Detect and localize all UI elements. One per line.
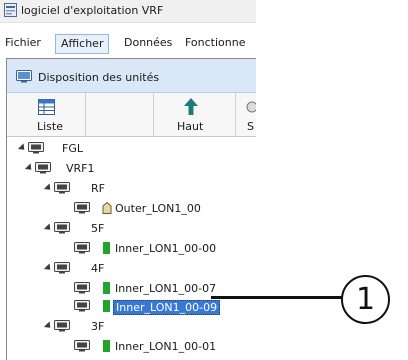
unit-group-icon	[74, 282, 90, 294]
arrow-up-icon	[184, 98, 198, 115]
tree-node-fgl[interactable]: FGL	[7, 139, 256, 159]
tree-node-label: RF	[91, 182, 105, 195]
menu-donnees[interactable]: Données	[119, 33, 177, 53]
tree-node-inner-unit[interactable]: Inner_LON1_00-00	[7, 239, 256, 259]
unit-group-icon	[28, 142, 44, 154]
inner-unit-icon	[103, 282, 110, 294]
tree-node-label: 4F	[91, 262, 105, 275]
tree-node-label: VRF1	[66, 162, 95, 175]
tree-node-5f[interactable]: 5F	[7, 219, 256, 239]
view-toolbar: Liste Haut S	[7, 93, 256, 137]
partial-label: S	[247, 120, 254, 133]
monitor-icon	[16, 70, 32, 83]
partial-toolbar-button[interactable]: S	[236, 93, 256, 136]
toolbar-separator	[85, 93, 86, 136]
callout-marker: 1	[341, 275, 390, 324]
unit-tree[interactable]: FGL VRF1 RF Outer_LON1_00 5F Inner_LON1_…	[7, 137, 256, 360]
menu-fichier[interactable]: Fichier	[0, 33, 46, 53]
unit-group-icon	[74, 340, 90, 352]
tree-node-label: Inner_LON1_00-00	[115, 242, 217, 255]
app-window: logiciel d'exploitation VRF Fichier Affi…	[0, 0, 256, 360]
pane-header: Disposition des unités	[7, 59, 256, 93]
tree-node-inner-unit-selected[interactable]: Inner_LON1_00-09	[7, 297, 256, 317]
tree-node-label: Inner_LON1_00-01	[115, 340, 217, 353]
expand-icon[interactable]	[24, 163, 35, 173]
tree-node-rf[interactable]: RF	[7, 179, 256, 199]
outer-unit-icon	[102, 202, 112, 214]
tree-node-outer-unit[interactable]: Outer_LON1_00	[7, 199, 256, 219]
unit-group-icon	[74, 202, 90, 214]
expand-icon[interactable]	[43, 263, 54, 273]
inner-unit-icon	[103, 340, 110, 352]
tree-node-label: Outer_LON1_00	[115, 202, 201, 215]
haut-button[interactable]: Haut	[154, 93, 234, 136]
unit-group-icon	[74, 300, 90, 312]
expand-icon[interactable]	[43, 321, 54, 331]
tree-node-label: 5F	[91, 222, 105, 235]
tree-node-label: Inner_LON1_00-09	[113, 300, 221, 315]
menu-bar: Fichier Afficher Données Fonctionne	[0, 33, 256, 55]
callout-number: 1	[355, 282, 376, 317]
menu-afficher[interactable]: Afficher	[55, 34, 110, 54]
tree-node-inner-unit[interactable]: Inner_LON1_00-01	[7, 337, 256, 357]
expand-icon[interactable]	[17, 143, 28, 153]
unit-layout-pane: Disposition des unités Liste Haut S FGL …	[6, 58, 256, 360]
menu-fonctionnement[interactable]: Fonctionne	[180, 33, 251, 53]
unit-group-icon	[54, 182, 70, 194]
tree-node-label: 3F	[91, 320, 105, 333]
window-title: logiciel d'exploitation VRF	[21, 4, 164, 17]
tree-node-vrf1[interactable]: VRF1	[7, 159, 256, 179]
unit-group-icon	[74, 242, 90, 254]
tree-node-label: FGL	[62, 142, 83, 155]
list-view-icon	[38, 99, 55, 115]
expand-icon[interactable]	[43, 183, 54, 193]
tree-node-3f[interactable]: 3F	[7, 317, 256, 337]
unit-group-icon	[54, 262, 70, 274]
haut-label: Haut	[177, 120, 204, 133]
unit-group-icon	[54, 222, 70, 234]
expand-icon[interactable]	[43, 223, 54, 233]
tree-node-4f[interactable]: 4F	[7, 259, 256, 279]
inner-unit-icon	[103, 242, 110, 254]
tree-node-label: Inner_LON1_00-07	[115, 282, 217, 295]
liste-label: Liste	[37, 120, 63, 133]
unit-group-icon	[35, 162, 51, 174]
partial-icon	[246, 101, 256, 113]
inner-unit-icon	[103, 300, 110, 312]
callout-leader-line	[211, 296, 342, 299]
liste-button[interactable]: Liste	[7, 93, 85, 136]
app-icon	[4, 3, 17, 17]
title-bar: logiciel d'exploitation VRF	[0, 0, 256, 23]
pane-title: Disposition des unités	[38, 71, 160, 84]
unit-group-icon	[54, 320, 70, 332]
